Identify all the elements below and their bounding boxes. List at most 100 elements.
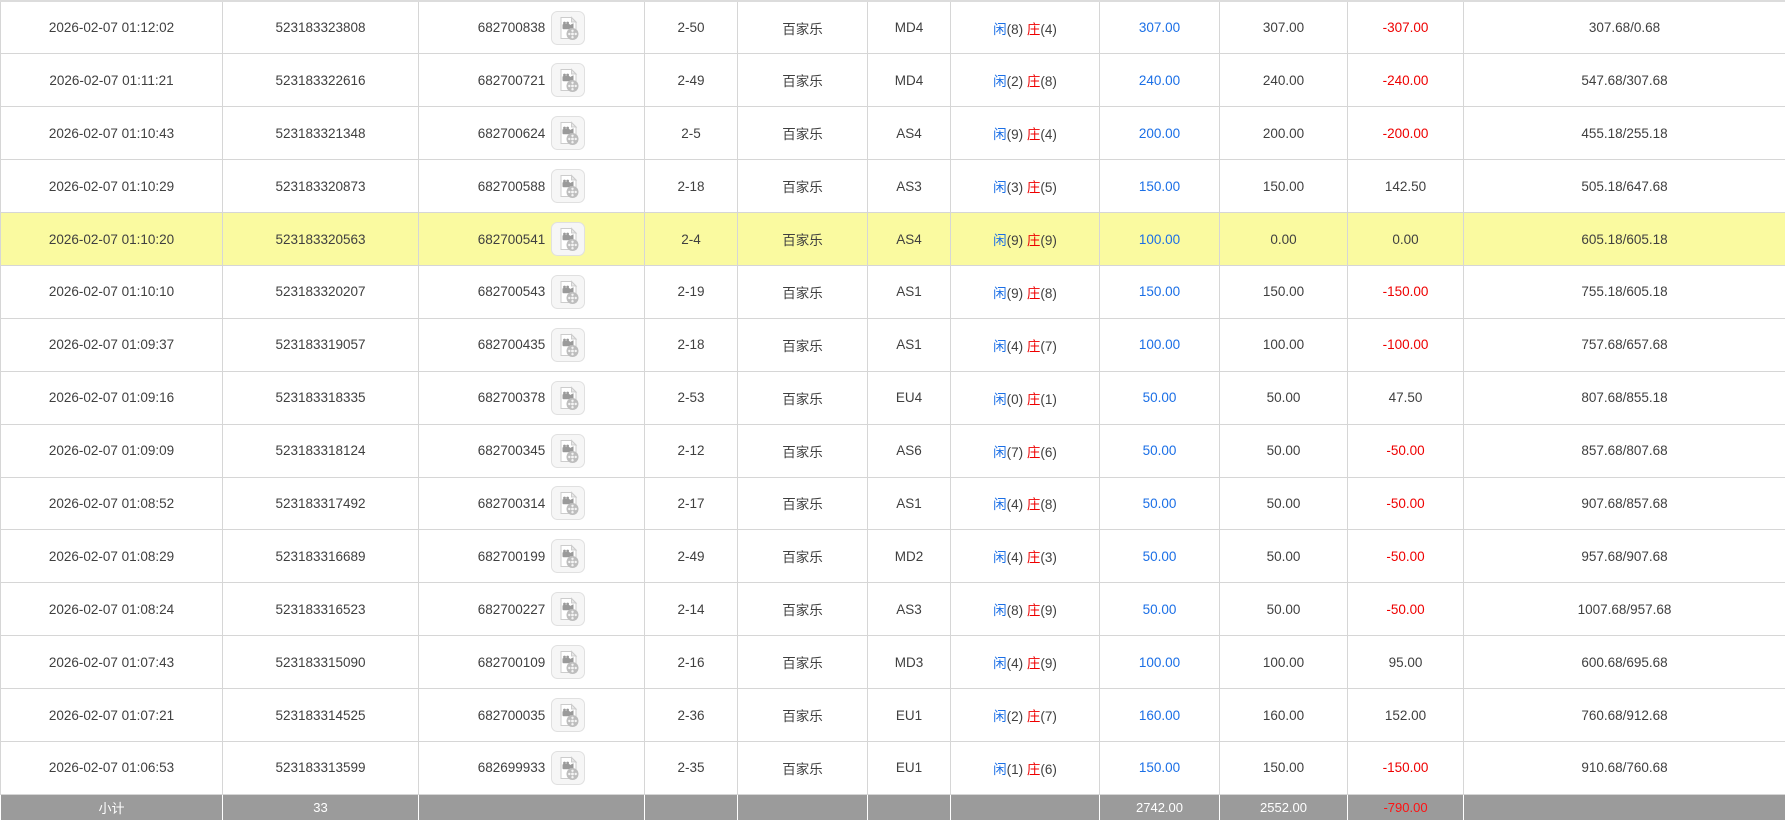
table-row[interactable]: 2026-02-07 01:08:24523183316523682700227… bbox=[1, 583, 1785, 636]
player-result-label: 闲 bbox=[993, 762, 1007, 777]
cell-round: 682700721 bbox=[419, 54, 645, 107]
bet-amount-link[interactable]: 50.00 bbox=[1143, 549, 1177, 564]
video-replay-button[interactable] bbox=[551, 381, 585, 415]
banker-points: (4) bbox=[1040, 22, 1057, 37]
table-row[interactable]: 2026-02-07 01:10:29523183320873682700588… bbox=[1, 160, 1785, 213]
cell-round: 682699933 bbox=[419, 741, 645, 794]
table-row[interactable]: 2026-02-07 01:10:10523183320207682700543… bbox=[1, 265, 1785, 318]
bet-amount-link[interactable]: 150.00 bbox=[1139, 284, 1180, 299]
cell-bet-amount: 50.00 bbox=[1100, 371, 1220, 424]
table-row[interactable]: 2026-02-07 01:09:09523183318124682700345… bbox=[1, 424, 1785, 477]
video-replay-button[interactable] bbox=[551, 539, 585, 573]
video-replay-button[interactable] bbox=[551, 116, 585, 150]
cell-round: 682700588 bbox=[419, 160, 645, 213]
cell-game-name: 百家乐 bbox=[738, 213, 868, 266]
bet-table-body: 2026-02-07 01:12:02523183323808682700838… bbox=[1, 1, 1785, 820]
table-row[interactable]: 2026-02-07 01:09:16523183318335682700378… bbox=[1, 371, 1785, 424]
bet-amount-link[interactable]: 150.00 bbox=[1139, 760, 1180, 775]
table-row[interactable]: 2026-02-07 01:12:02523183323808682700838… bbox=[1, 1, 1785, 54]
table-row[interactable]: 2026-02-07 01:07:43523183315090682700109… bbox=[1, 636, 1785, 689]
table-row[interactable]: 2026-02-07 01:08:52523183317492682700314… bbox=[1, 477, 1785, 530]
video-replay-button[interactable] bbox=[551, 63, 585, 97]
cell-win-loss: -50.00 bbox=[1348, 530, 1464, 583]
cell-result: 闲(9) 庄(9) bbox=[951, 213, 1100, 266]
player-points: (4) bbox=[1007, 497, 1027, 512]
round-id-group: 682700035 bbox=[478, 698, 586, 732]
video-replay-button[interactable] bbox=[551, 328, 585, 362]
table-row[interactable]: 2026-02-07 01:10:20523183320563682700541… bbox=[1, 213, 1785, 266]
player-result-label: 闲 bbox=[993, 603, 1007, 618]
cell-table-id: 2-35 bbox=[645, 741, 738, 794]
bet-amount-link[interactable]: 160.00 bbox=[1139, 708, 1180, 723]
table-row[interactable]: 2026-02-07 01:08:29523183316689682700199… bbox=[1, 530, 1785, 583]
video-replay-button[interactable] bbox=[551, 169, 585, 203]
video-replay-button[interactable] bbox=[551, 222, 585, 256]
video-replay-button[interactable] bbox=[551, 11, 585, 45]
table-row[interactable]: 2026-02-07 01:11:21523183322616682700721… bbox=[1, 54, 1785, 107]
bet-amount-link[interactable]: 100.00 bbox=[1139, 655, 1180, 670]
round-id: 682700588 bbox=[478, 179, 546, 194]
video-replay-button[interactable] bbox=[551, 592, 585, 626]
table-row[interactable]: 2026-02-07 01:09:37523183319057682700435… bbox=[1, 318, 1785, 371]
player-points: (2) bbox=[1007, 709, 1027, 724]
banker-points: (8) bbox=[1040, 497, 1057, 512]
round-id: 682700721 bbox=[478, 73, 546, 88]
video-replay-button[interactable] bbox=[551, 434, 585, 468]
cell-valid-bet: 150.00 bbox=[1220, 160, 1348, 213]
player-points: (4) bbox=[1007, 656, 1027, 671]
cell-table-id: 2-18 bbox=[645, 160, 738, 213]
cell-balance: 1007.68/957.68 bbox=[1464, 583, 1785, 636]
bet-amount-link[interactable]: 50.00 bbox=[1143, 602, 1177, 617]
cell-game-name: 百家乐 bbox=[738, 318, 868, 371]
round-id-group: 682700227 bbox=[478, 592, 586, 626]
player-result-label: 闲 bbox=[993, 497, 1007, 512]
bet-amount-link[interactable]: 50.00 bbox=[1143, 496, 1177, 511]
cell-room-code: EU4 bbox=[868, 371, 951, 424]
bet-amount-link[interactable]: 50.00 bbox=[1143, 390, 1177, 405]
cell-result: 闲(4) 庄(3) bbox=[951, 530, 1100, 583]
bet-amount-link[interactable]: 200.00 bbox=[1139, 126, 1180, 141]
video-replay-button[interactable] bbox=[551, 645, 585, 679]
bet-amount-link[interactable]: 307.00 bbox=[1139, 20, 1180, 35]
banker-result-label: 庄 bbox=[1027, 656, 1041, 671]
cell-bet-amount: 50.00 bbox=[1100, 477, 1220, 530]
banker-result-label: 庄 bbox=[1027, 74, 1041, 89]
player-result-label: 闲 bbox=[993, 709, 1007, 724]
bet-amount-link[interactable]: 100.00 bbox=[1139, 337, 1180, 352]
cell-balance: 455.18/255.18 bbox=[1464, 107, 1785, 160]
cell-order-id: 523183318124 bbox=[223, 424, 419, 477]
cell-round: 682700199 bbox=[419, 530, 645, 583]
table-row[interactable]: 2026-02-07 01:06:53523183313599682699933… bbox=[1, 741, 1785, 794]
video-replay-button[interactable] bbox=[551, 275, 585, 309]
cell-balance: 547.68/307.68 bbox=[1464, 54, 1785, 107]
cell-win-loss: 95.00 bbox=[1348, 636, 1464, 689]
video-replay-button[interactable] bbox=[551, 751, 585, 785]
cell-win-loss: -150.00 bbox=[1348, 741, 1464, 794]
banker-result-label: 庄 bbox=[1027, 603, 1041, 618]
table-row[interactable]: 2026-02-07 01:07:21523183314525682700035… bbox=[1, 689, 1785, 742]
video-replay-button[interactable] bbox=[551, 486, 585, 520]
cell-bet-time: 2026-02-07 01:10:43 bbox=[1, 107, 223, 160]
cell-result: 闲(8) 庄(4) bbox=[951, 1, 1100, 54]
bet-amount-link[interactable]: 240.00 bbox=[1139, 73, 1180, 88]
cell-bet-time: 2026-02-07 01:09:37 bbox=[1, 318, 223, 371]
round-id: 682700035 bbox=[478, 708, 546, 723]
cell-balance: 857.68/807.68 bbox=[1464, 424, 1785, 477]
player-result-label: 闲 bbox=[993, 180, 1007, 195]
cell-result: 闲(7) 庄(6) bbox=[951, 424, 1100, 477]
video-icon bbox=[551, 645, 585, 679]
cell-balance: 505.18/647.68 bbox=[1464, 160, 1785, 213]
bet-amount-link[interactable]: 100.00 bbox=[1139, 232, 1180, 247]
table-row[interactable]: 2026-02-07 01:10:43523183321348682700624… bbox=[1, 107, 1785, 160]
cell-balance: 910.68/760.68 bbox=[1464, 741, 1785, 794]
bet-amount-link[interactable]: 50.00 bbox=[1143, 443, 1177, 458]
cell-order-id: 523183314525 bbox=[223, 689, 419, 742]
subtotal-empty-game bbox=[738, 794, 868, 820]
banker-result-label: 庄 bbox=[1027, 286, 1041, 301]
bet-amount-link[interactable]: 150.00 bbox=[1139, 179, 1180, 194]
video-icon bbox=[551, 592, 585, 626]
cell-bet-time: 2026-02-07 01:10:10 bbox=[1, 265, 223, 318]
cell-bet-amount: 150.00 bbox=[1100, 741, 1220, 794]
video-replay-button[interactable] bbox=[551, 698, 585, 732]
banker-points: (7) bbox=[1040, 339, 1057, 354]
